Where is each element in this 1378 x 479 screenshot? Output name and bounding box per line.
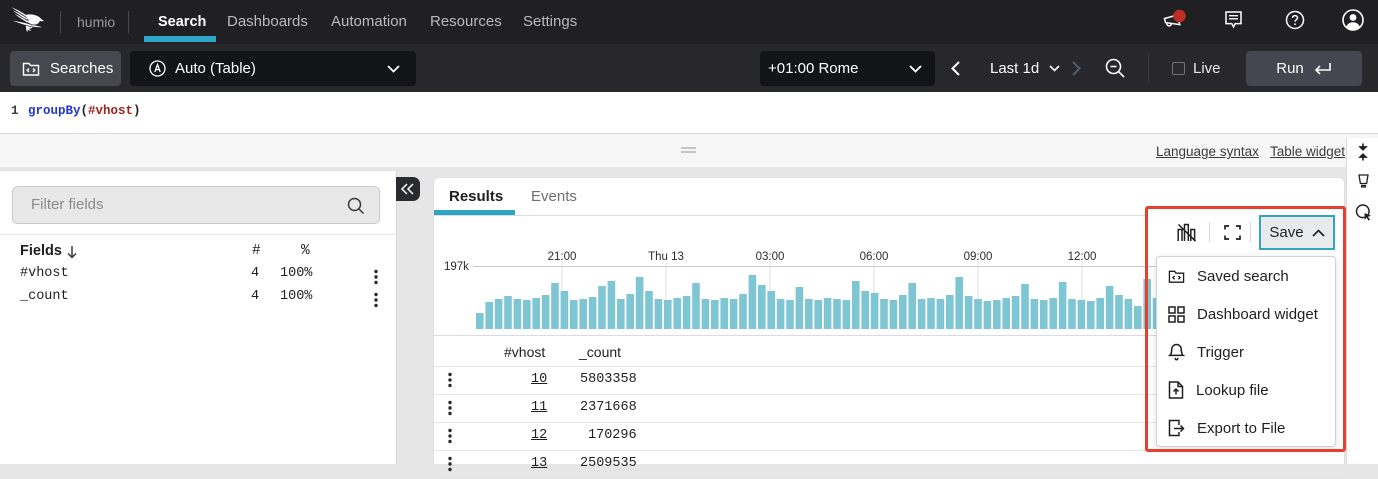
svg-text:03:00: 03:00: [756, 251, 785, 263]
svg-text:197k: 197k: [444, 261, 469, 273]
svg-text:12:00: 12:00: [1068, 251, 1097, 263]
svg-text:09:00: 09:00: [964, 251, 993, 263]
svg-text:06:00: 06:00: [860, 251, 889, 263]
svg-text:Thu 13: Thu 13: [648, 251, 684, 263]
svg-text:21:00: 21:00: [548, 251, 577, 263]
